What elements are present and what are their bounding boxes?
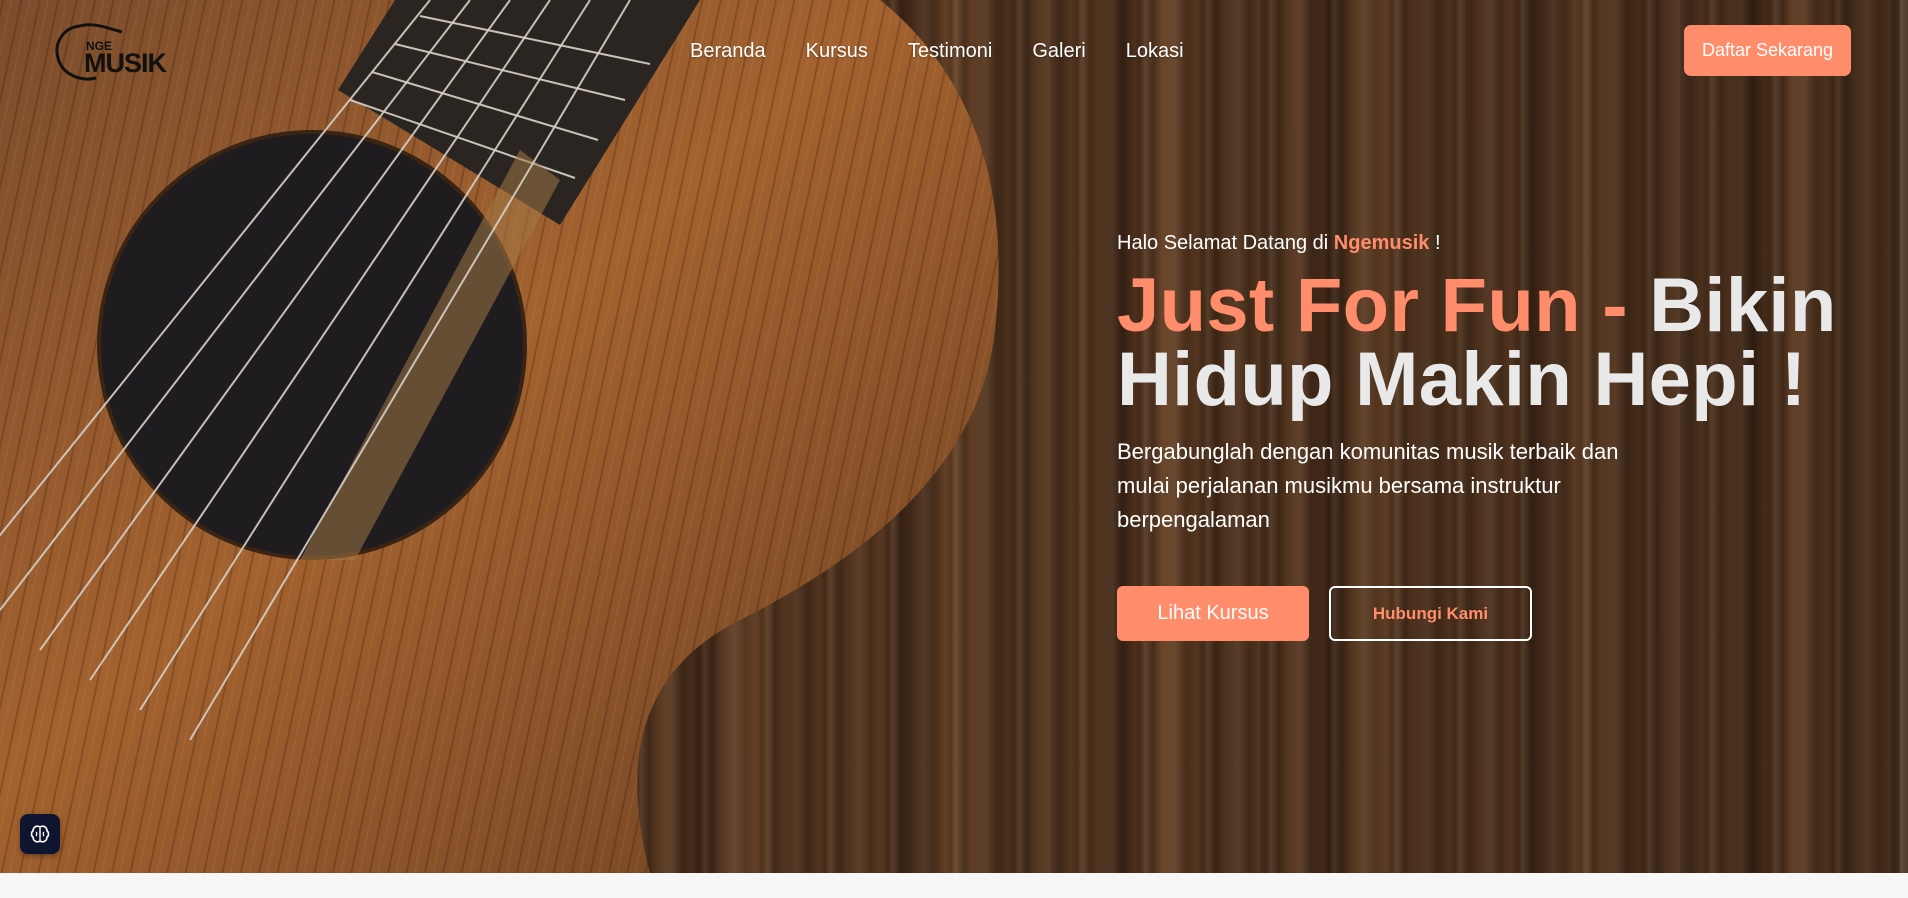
nav-item-galeri[interactable]: Galeri [1032,40,1085,63]
hero-content: Halo Selamat Datang di Ngemusik ! Just F… [1117,232,1877,641]
headline-accent: Just For Fun - [1117,263,1628,348]
view-courses-button[interactable]: Lihat Kursus [1117,586,1309,641]
svg-text:MUSIK: MUSIK [84,48,168,78]
greeting-suffix: ! [1434,232,1441,254]
nav-item-kursus[interactable]: Kursus [806,40,868,63]
register-button[interactable]: Daftar Sekarang [1684,25,1851,76]
contact-us-button[interactable]: Hubungi Kami [1329,586,1532,641]
main-nav: Beranda Kursus Testimoni Galeri Lokasi [690,40,1224,63]
brain-widget-button[interactable] [20,814,60,854]
hero-headline: Just For Fun - Bikin Hidup Makin Hepi ! [1117,268,1877,418]
nav-item-lokasi[interactable]: Lokasi [1126,40,1184,63]
greeting: Halo Selamat Datang di Ngemusik ! [1117,232,1877,255]
hero-description: Bergabunglah dengan komunitas musik terb… [1117,439,1619,532]
guitar-illustration [0,0,999,873]
nav-item-beranda[interactable]: Beranda [690,40,766,63]
nav-item-testimoni[interactable]: Testimoni [908,40,992,63]
next-section-edge [0,873,1908,898]
scrollbar[interactable] [1900,0,1908,873]
ngemusik-logo[interactable]: NGE MUSIK [52,20,184,86]
brain-icon [30,825,50,843]
hero-actions: Lihat Kursus Hubungi Kami [1117,586,1532,641]
greeting-prefix: Halo Selamat Datang di [1117,232,1329,254]
greeting-brand: Ngemusik [1333,232,1430,254]
